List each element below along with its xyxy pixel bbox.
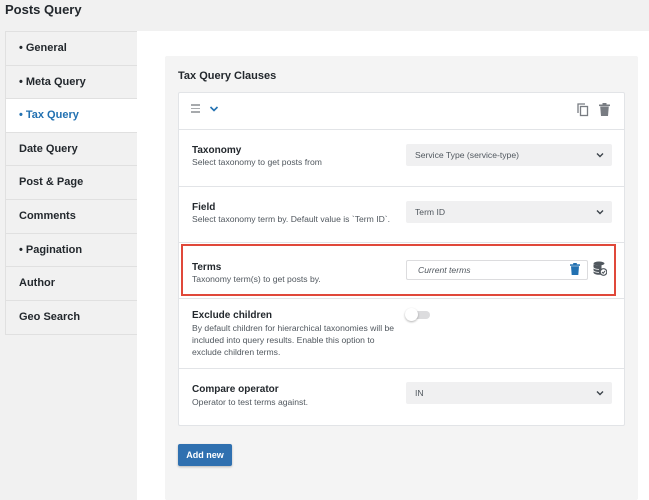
sidebar-item-label: Date Query bbox=[19, 142, 78, 155]
exclude-children-row: Exclude children By default children for… bbox=[179, 299, 624, 369]
terms-description: Taxonomy term(s) to get posts by. bbox=[192, 274, 321, 284]
chevron-down-icon bbox=[596, 391, 604, 396]
sidebar-item-label: Post & Page bbox=[19, 176, 84, 189]
compare-operator-row: Compare operator Operator to test terms … bbox=[179, 369, 624, 425]
taxonomy-select-value: Service Type (service-type) bbox=[415, 150, 519, 160]
taxonomy-select[interactable]: Service Type (service-type) bbox=[406, 144, 612, 166]
sidebar-item-label: Meta Query bbox=[25, 75, 86, 88]
chevron-down-icon bbox=[596, 210, 604, 215]
field-label: Field bbox=[192, 202, 216, 213]
field-description: Select taxonomy term by. Default value i… bbox=[192, 214, 391, 224]
taxonomy-label: Taxonomy bbox=[192, 145, 242, 156]
database-icon[interactable] bbox=[593, 261, 607, 276]
sidebar-item-label: Pagination bbox=[25, 243, 83, 256]
bullet: • bbox=[19, 243, 23, 256]
sidebar-item-label: Geo Search bbox=[19, 310, 81, 323]
taxonomy-description: Select taxonomy to get posts from bbox=[192, 157, 322, 167]
sidebar-item-geo-search[interactable]: Geo Search bbox=[6, 301, 137, 335]
compare-operator-select[interactable]: IN bbox=[406, 382, 612, 404]
sidebar-item-pagination[interactable]: • Pagination bbox=[6, 234, 137, 268]
taxonomy-row: Taxonomy Select taxonomy to get posts fr… bbox=[179, 130, 624, 187]
chevron-down-icon[interactable] bbox=[209, 104, 219, 114]
compare-operator-description: Operator to test terms against. bbox=[192, 397, 309, 407]
sidebar-item-label: Author bbox=[19, 277, 56, 290]
sidebar-item-date-query[interactable]: Date Query bbox=[6, 133, 137, 167]
exclude-children-label: Exclude children bbox=[192, 310, 273, 321]
clause-header bbox=[179, 93, 624, 130]
sidebar-item-comments[interactable]: Comments bbox=[6, 200, 137, 234]
compare-operator-label: Compare operator bbox=[192, 384, 279, 395]
terms-row: Terms Taxonomy term(s) to get posts by. … bbox=[179, 243, 624, 299]
sidebar-item-meta-query[interactable]: • Meta Query bbox=[6, 66, 137, 100]
copy-icon[interactable] bbox=[577, 103, 589, 117]
bullet: • bbox=[19, 75, 23, 88]
field-row: Field Select taxonomy term by. Default v… bbox=[179, 187, 624, 243]
drag-handle-icon[interactable] bbox=[191, 104, 200, 114]
compare-operator-value: IN bbox=[415, 388, 424, 398]
add-new-button[interactable]: Add new bbox=[178, 444, 232, 466]
terms-label: Terms bbox=[192, 262, 222, 273]
page-title: Posts Query bbox=[5, 2, 82, 17]
tax-query-panel: Tax Query Clauses Taxonomy Select taxono… bbox=[165, 56, 638, 500]
toggle-knob bbox=[405, 308, 418, 321]
sidebar-item-general[interactable]: • General bbox=[6, 32, 137, 66]
exclude-children-toggle[interactable] bbox=[405, 308, 430, 321]
chevron-down-icon bbox=[596, 153, 604, 158]
panel-title: Tax Query Clauses bbox=[178, 70, 277, 82]
exclude-children-description: By default children for hierarchical tax… bbox=[192, 323, 395, 357]
bullet: • bbox=[19, 42, 23, 54]
sidebar-item-tax-query[interactable]: • Tax Query bbox=[6, 99, 137, 133]
main-content: Tax Query Clauses Taxonomy Select taxono… bbox=[137, 31, 649, 500]
sidebar-item-label: Comments bbox=[19, 209, 76, 222]
field-select-value: Term ID bbox=[415, 207, 446, 217]
tax-query-clause: Taxonomy Select taxonomy to get posts fr… bbox=[178, 92, 625, 426]
field-select[interactable]: Term ID bbox=[406, 201, 612, 223]
sidebar-item-author[interactable]: Author bbox=[6, 267, 137, 301]
trash-icon[interactable] bbox=[599, 103, 610, 116]
trash-icon[interactable] bbox=[570, 263, 580, 275]
terms-input[interactable]: Current terms bbox=[406, 260, 588, 280]
sidebar: • General • Meta Query • Tax Query Date Que… bbox=[5, 31, 137, 336]
bullet: • bbox=[19, 109, 23, 122]
sidebar-item-label: Tax Query bbox=[25, 109, 79, 122]
sidebar-item-post-page[interactable]: Post & Page bbox=[6, 166, 137, 200]
sidebar-item-label: General bbox=[25, 42, 67, 54]
